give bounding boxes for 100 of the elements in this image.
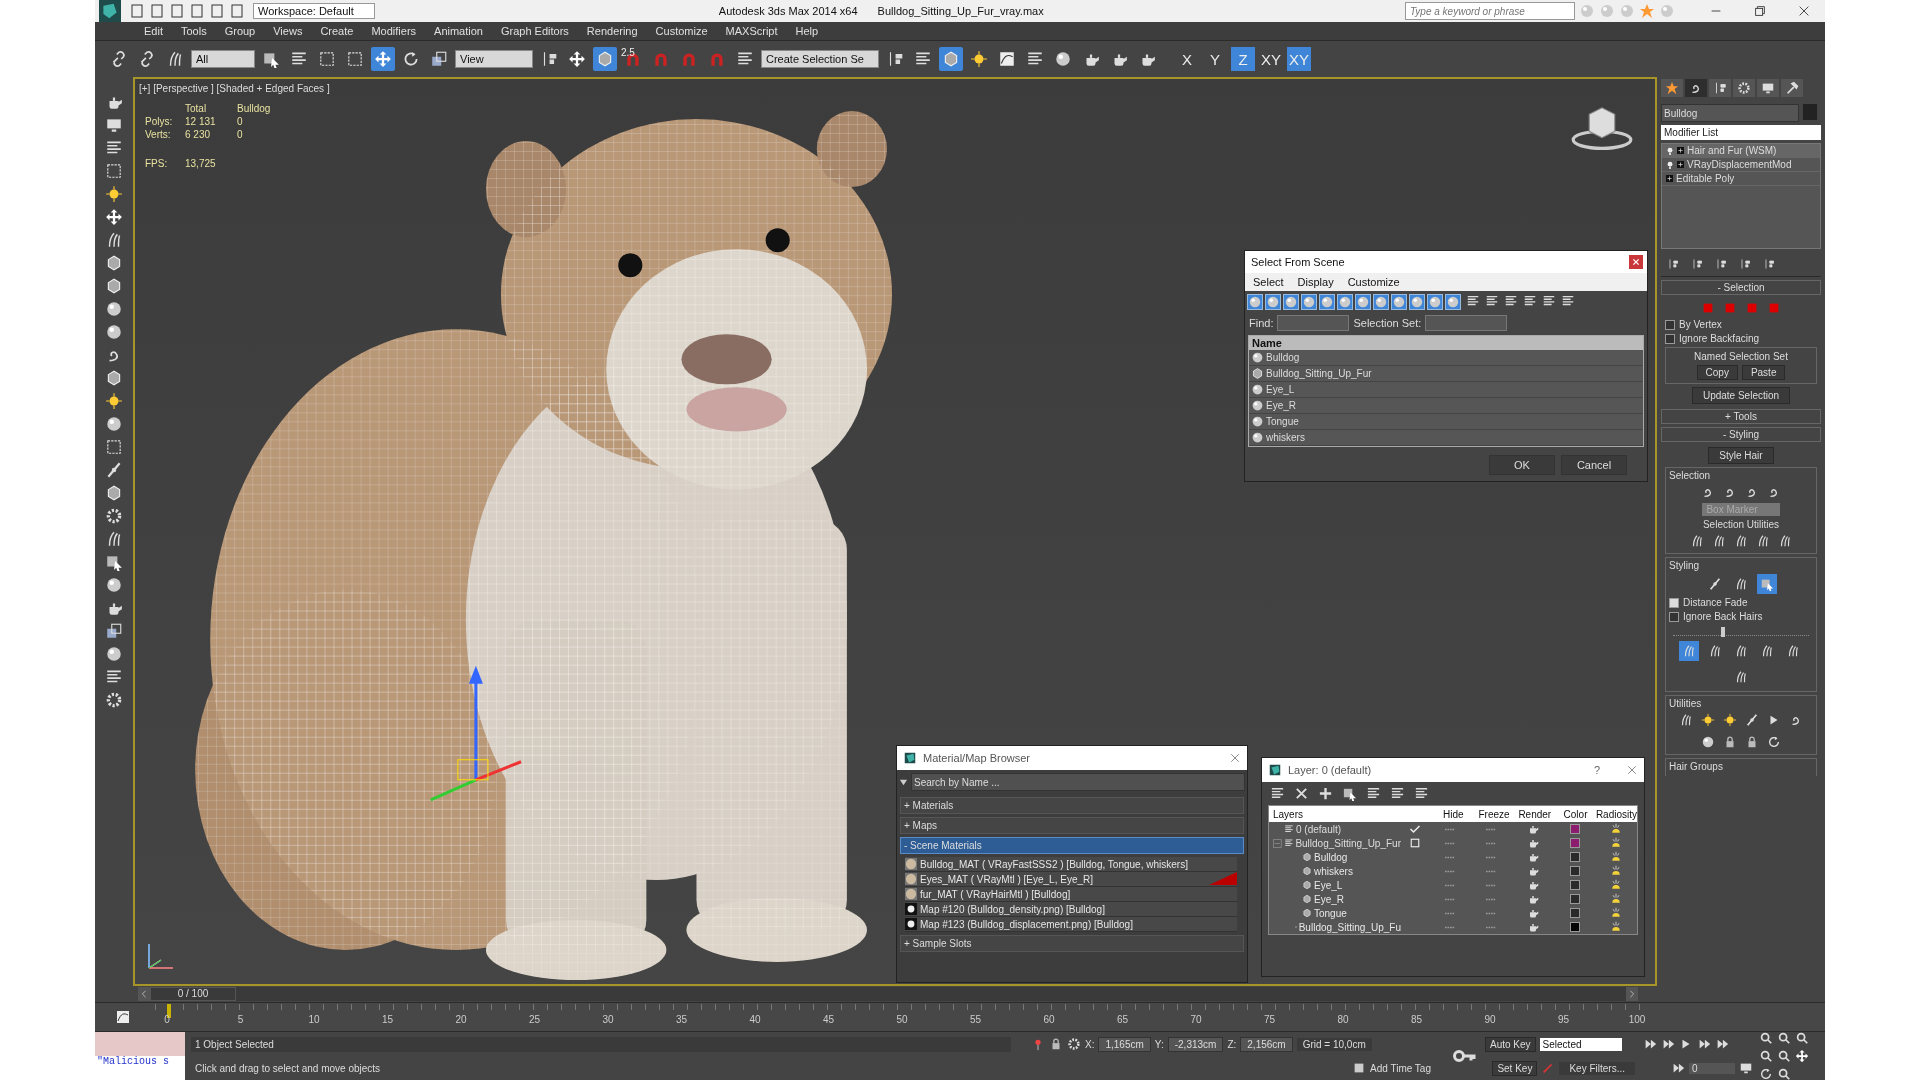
- close-icon[interactable]: [1229, 752, 1241, 764]
- dialog-button[interactable]: OK: [1489, 455, 1555, 475]
- brush-size-slider[interactable]: [1673, 627, 1809, 636]
- menu-item[interactable]: Create: [311, 25, 363, 37]
- selection-filter-dropdown[interactable]: All: [191, 50, 255, 68]
- burst-icon[interactable]: [1722, 712, 1738, 728]
- menu-item[interactable]: Views: [264, 25, 312, 37]
- light-bulb-icon[interactable]: [1610, 907, 1623, 919]
- rollout-header[interactable]: - Scene Materials: [900, 837, 1244, 854]
- rollout-header[interactable]: + Tools: [1661, 409, 1821, 424]
- pan-icon[interactable]: [105, 208, 123, 226]
- layer-name[interactable]: 0 (default): [1296, 823, 1342, 835]
- menu-item[interactable]: Modifiers: [362, 25, 426, 37]
- light-bulb-icon[interactable]: [1610, 851, 1623, 863]
- modifier-list-dropdown[interactable]: Modifier List: [1661, 125, 1821, 140]
- color-swatch[interactable]: [1569, 922, 1580, 932]
- layer-name[interactable]: Eye_R: [1314, 893, 1344, 905]
- perspective-viewport[interactable]: [133, 77, 1657, 986]
- cursor-icon[interactable]: [1757, 574, 1777, 594]
- layer-name[interactable]: Bulldog: [1314, 851, 1348, 863]
- color-swatch[interactable]: [1569, 908, 1580, 918]
- dialog-button[interactable]: Cancel: [1561, 455, 1627, 475]
- zoom-extents-icon[interactable]: [1795, 1031, 1809, 1045]
- slider-thumb[interactable]: [1720, 627, 1725, 637]
- color-swatch[interactable]: [1569, 838, 1580, 848]
- menu-item[interactable]: Edit: [135, 25, 172, 37]
- list-tool-icon[interactable]: [1504, 294, 1518, 308]
- dash-icon[interactable]: [1442, 910, 1457, 916]
- light-bulb-icon[interactable]: [1610, 837, 1623, 849]
- rollout-header[interactable]: - Selection: [1661, 280, 1821, 295]
- layer-name[interactable]: Eye_L: [1314, 879, 1343, 891]
- filter-toggle-icon[interactable]: [1301, 294, 1317, 310]
- panel-button[interactable]: Style Hair: [1708, 447, 1774, 464]
- filter-toggle-icon[interactable]: [1409, 294, 1425, 310]
- frame-counter[interactable]: 0 / 100: [150, 987, 236, 1001]
- filter-toggle-icon[interactable]: [1391, 294, 1407, 310]
- color-swatch[interactable]: [1569, 894, 1580, 904]
- list-tool-icon[interactable]: [1466, 294, 1480, 308]
- orbit-icon[interactable]: [1759, 1067, 1773, 1080]
- color-swatch[interactable]: [1569, 852, 1580, 862]
- filter-toggle-icon[interactable]: [1319, 294, 1335, 310]
- rollout-header[interactable]: + Sample Slots: [900, 935, 1244, 952]
- object-list-item[interactable]: Tongue: [1266, 416, 1299, 427]
- ball-icon[interactable]: [105, 415, 123, 433]
- menu-item[interactable]: MAXScript: [716, 25, 787, 37]
- close-icon[interactable]: [1626, 764, 1638, 776]
- expand-icon[interactable]: [1677, 161, 1684, 168]
- monitor-icon[interactable]: [1757, 79, 1779, 97]
- modifier-stack-item[interactable]: VRayDisplacementMod: [1662, 158, 1820, 172]
- teapot-icon[interactable]: [1527, 851, 1539, 863]
- teapot-icon[interactable]: [1527, 865, 1539, 877]
- object-list-item[interactable]: whiskers: [1266, 432, 1305, 443]
- color-swatch[interactable]: [1569, 866, 1580, 876]
- checkbox[interactable]: By Vertex: [1665, 319, 1817, 330]
- light-bulb-icon[interactable]: [1610, 865, 1623, 877]
- close-icon[interactable]: [1629, 255, 1643, 269]
- layer-name[interactable]: whiskers: [1314, 865, 1353, 877]
- light-icon[interactable]: [105, 185, 123, 203]
- move-gizmo-icon[interactable]: [430, 665, 522, 802]
- mesh-icon[interactable]: [105, 438, 123, 456]
- light-bulb-icon[interactable]: [1666, 160, 1674, 169]
- column-header[interactable]: Hide: [1433, 808, 1474, 820]
- teapot-icon[interactable]: [1527, 837, 1539, 849]
- list-tool-icon[interactable]: [1485, 294, 1499, 308]
- column-header[interactable]: Radiosity: [1595, 808, 1637, 820]
- dash-icon[interactable]: [1442, 826, 1457, 832]
- reference-coordinate-dropdown[interactable]: View: [455, 50, 533, 68]
- workspace-dropdown[interactable]: Workspace: Default: [253, 3, 375, 19]
- object-list-item[interactable]: Eye_L: [1266, 384, 1295, 395]
- find-field[interactable]: [1277, 315, 1350, 331]
- sun-icon[interactable]: [105, 392, 123, 410]
- teapot-icon[interactable]: [1527, 879, 1539, 891]
- light-bulb-icon[interactable]: [1610, 893, 1623, 905]
- teapot-icon[interactable]: [1527, 823, 1539, 835]
- menu-item[interactable]: Select: [1253, 276, 1284, 288]
- object-color-swatch[interactable]: [1803, 104, 1817, 120]
- dash-icon[interactable]: [1442, 896, 1457, 902]
- box-icon[interactable]: [105, 277, 123, 295]
- named-selection-dropdown[interactable]: Create Selection Se: [761, 50, 879, 68]
- filter-toggle-icon[interactable]: [1445, 294, 1461, 310]
- add-time-tag-button[interactable]: Add Time Tag: [1370, 1062, 1441, 1074]
- curve-editor-icon[interactable]: [115, 1009, 131, 1025]
- pan-icon[interactable]: [1795, 1049, 1809, 1063]
- menu-item[interactable]: Help: [786, 25, 828, 37]
- list-tool-icon[interactable]: [1523, 294, 1537, 308]
- set-key-button[interactable]: Set Key: [1492, 1060, 1538, 1076]
- menu-item[interactable]: Rendering: [577, 25, 647, 37]
- time-slider-track[interactable]: 0 / 100: [150, 987, 1626, 1001]
- menu-item[interactable]: Customize: [646, 25, 717, 37]
- layer-name[interactable]: Tongue: [1314, 907, 1347, 919]
- coordinate-field[interactable]: 2,156cm: [1240, 1036, 1293, 1052]
- zoom-all-icon[interactable]: [1777, 1031, 1791, 1045]
- light-bulb-icon[interactable]: [1610, 879, 1623, 891]
- dash-icon[interactable]: [1442, 868, 1457, 874]
- grid-icon[interactable]: [105, 162, 123, 180]
- filter-toggle-icon[interactable]: [1247, 294, 1263, 310]
- check-icon[interactable]: [1409, 823, 1421, 835]
- key-filters-button[interactable]: Key Filters...: [1559, 1061, 1635, 1075]
- list-tool-icon[interactable]: [1542, 294, 1556, 308]
- menu-item[interactable]: Customize: [1347, 276, 1400, 288]
